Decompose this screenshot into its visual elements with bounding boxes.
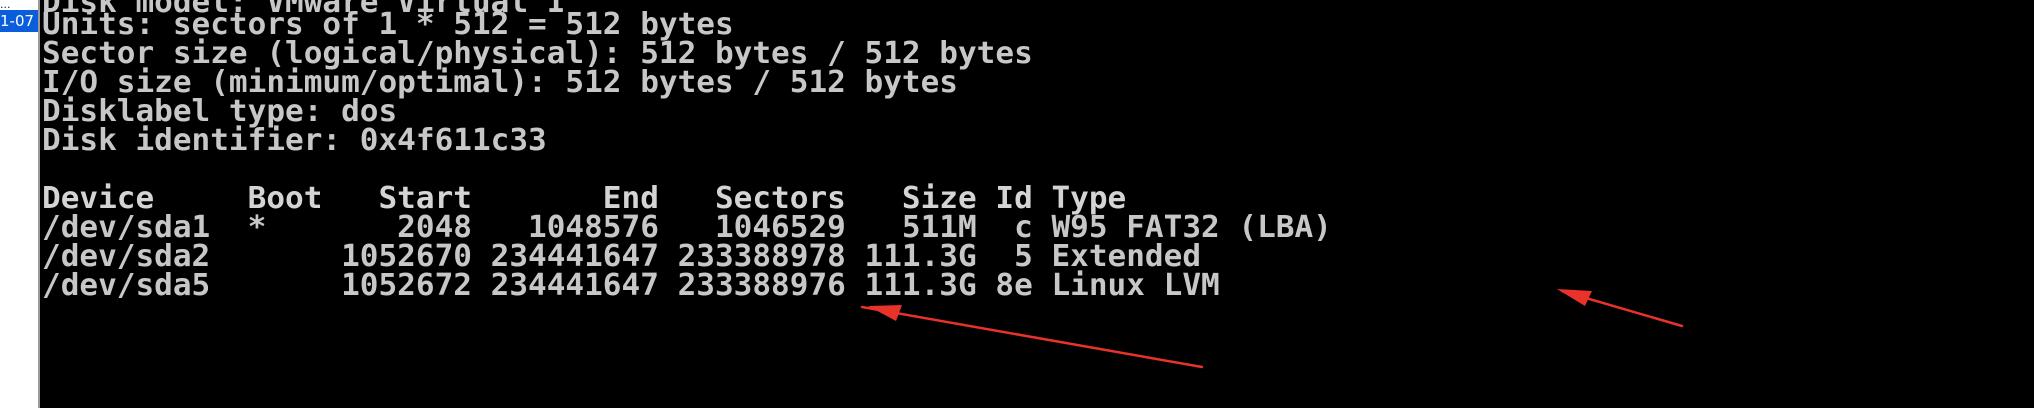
strip-top-text: ...	[0, 0, 11, 9]
selected-item-label[interactable]: 1-07	[0, 10, 38, 32]
partition-row-sda2: /dev/sda2 1052670 234441647 233388978 11…	[42, 239, 1202, 274]
partition-row-sda5: /dev/sda5 1052672 234441647 233388976 11…	[42, 268, 1220, 303]
partition-row-sda1: /dev/sda1 * 2048 1048576 1046529 511M c …	[42, 210, 1332, 245]
left-window-strip: ... 1-07	[0, 0, 40, 408]
terminal-line-units: Units: sectors of 1 * 512 = 512 bytes	[42, 7, 734, 42]
terminal-line-disk-identifier: Disk identifier: 0x4f611c33	[42, 123, 547, 158]
terminal-window[interactable]: Disk model: VMware Virtual I Units: sect…	[40, 0, 2034, 408]
terminal-line-sector-size: Sector size (logical/physical): 512 byte…	[42, 36, 1033, 71]
terminal-line-io-size: I/O size (minimum/optimal): 512 bytes / …	[42, 65, 958, 100]
partition-table-header: Device Boot Start End Sectors Size Id Ty…	[42, 181, 1127, 216]
terminal-line-disklabel: Disklabel type: dos	[42, 94, 398, 129]
